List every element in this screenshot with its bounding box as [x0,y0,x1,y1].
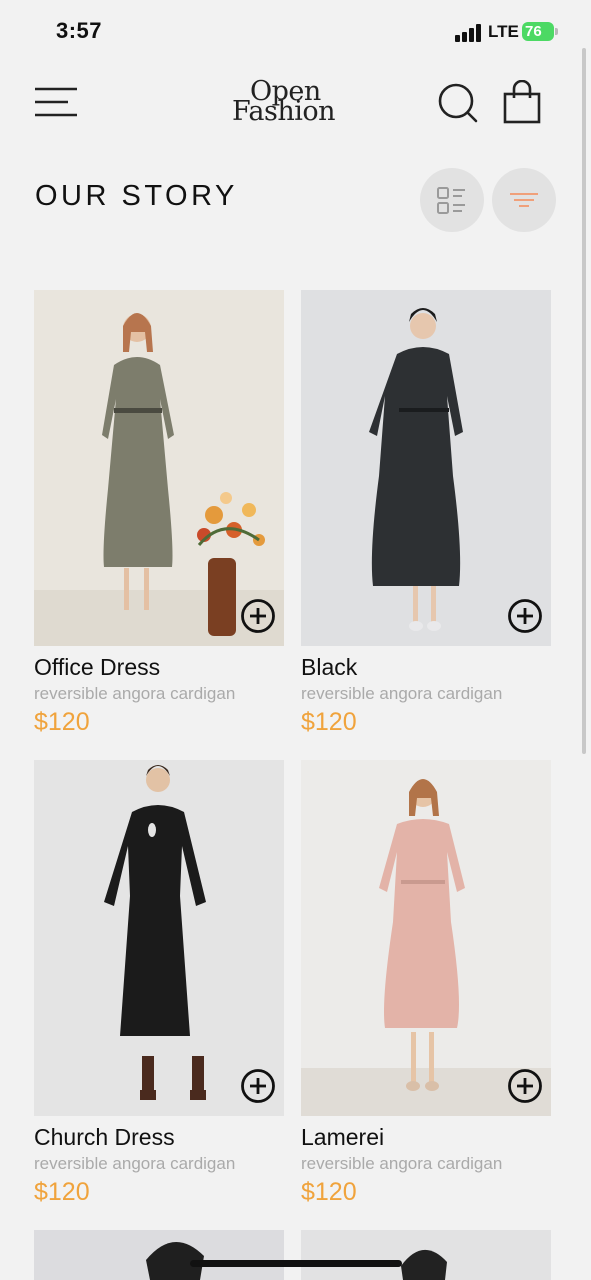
filter-icon [510,193,538,207]
add-circle-icon[interactable] [240,1068,276,1104]
product-image-partial[interactable] [301,1230,551,1280]
product-image-partial[interactable] [34,1230,284,1280]
search-icon[interactable] [437,82,479,124]
product-description: reversible angora cardigan [34,684,236,703]
product-price: $120 [301,708,357,736]
home-indicator[interactable] [190,1260,402,1267]
network-type: LTE [488,22,519,41]
list-view-button[interactable] [420,168,484,232]
product-name[interactable]: Lamerei [301,1124,384,1151]
cellular-signal-icon [455,24,481,42]
list-view-icon [437,187,465,214]
product-price: $120 [34,708,90,736]
add-circle-icon[interactable] [507,1068,543,1104]
product-image[interactable] [34,760,284,1116]
app-logo[interactable]: Open Fashion [230,76,348,128]
product-name[interactable]: Black [301,654,357,681]
product-card[interactable]: Lamerei reversible angora cardigan $120 [301,760,551,1210]
page-title: OUR STORY [35,180,238,212]
add-circle-icon[interactable] [240,598,276,634]
battery-tip [555,28,558,35]
filter-button[interactable] [492,168,556,232]
shopping-bag-icon[interactable] [502,80,542,124]
battery-indicator: 76 [522,22,554,41]
product-image[interactable] [301,760,551,1116]
product-description: reversible angora cardigan [301,684,503,703]
product-description: reversible angora cardigan [301,1154,503,1173]
menu-icon[interactable] [34,86,78,118]
product-card[interactable]: Office Dress reversible angora cardigan … [34,290,284,740]
add-circle-icon[interactable] [507,598,543,634]
battery-level: 76 [525,23,542,40]
product-price: $120 [34,1178,90,1206]
product-description: reversible angora cardigan [34,1154,236,1173]
status-bar: 3:57 LTE 76 [0,0,591,64]
product-price: $120 [301,1178,357,1206]
logo-line-2: Fashion [232,96,336,127]
product-image[interactable] [301,290,551,646]
product-image[interactable] [34,290,284,646]
product-card[interactable]: Church Dress reversible angora cardigan … [34,760,284,1210]
product-name[interactable]: Office Dress [34,654,160,681]
scrollbar[interactable] [582,48,586,754]
product-name[interactable]: Church Dress [34,1124,175,1151]
product-card[interactable]: Black reversible angora cardigan $120 [301,290,551,740]
status-time: 3:57 [56,18,103,43]
